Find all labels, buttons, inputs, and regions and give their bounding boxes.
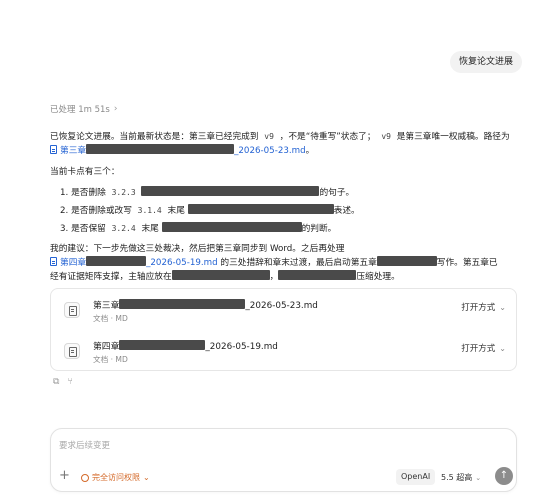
processed-label: 已处理 1m 51s bbox=[50, 105, 110, 115]
composer: 要求后续变更 + 完全访问权限 ⌄ OpenAI 5.5 超高 ⌄ ↑ bbox=[50, 428, 517, 492]
chapter4-file-link[interactable]: 第四章 _2026-05-19.md bbox=[50, 256, 218, 268]
blockers-intro: 当前卡点有三个： bbox=[50, 167, 120, 177]
blockers-list: 1. 是否删除 3.2.3 的句子。 2. 是否删除或改写 3.1.4 末尾 表… bbox=[50, 186, 520, 236]
chevron-down-icon: ⌄ bbox=[475, 473, 482, 482]
fork-icon[interactable]: ⑂ bbox=[67, 377, 72, 387]
redacted-block bbox=[161, 222, 302, 232]
send-button[interactable]: ↑ bbox=[495, 467, 513, 485]
copy-icon[interactable]: ⧉ bbox=[53, 377, 59, 387]
open-with-button[interactable]: 打开方式 ⌄ bbox=[461, 301, 506, 314]
chapter3-file-link[interactable]: 第三章 _2026-05-23.md bbox=[50, 144, 306, 156]
list-item: 3. 是否保留 3.2.4 末尾 的判断。 bbox=[60, 222, 337, 234]
redacted-block bbox=[376, 256, 437, 266]
redacted-block bbox=[187, 204, 334, 214]
processed-toggle[interactable]: 已处理 1m 51s › bbox=[50, 103, 117, 115]
chevron-down-icon: ⌄ bbox=[499, 302, 506, 312]
assistant-message: 已恢复论文进展。当前最新状态是：第三章已经完成到 v9 ，不是“待重写”状态了；… bbox=[50, 130, 520, 284]
file-card[interactable]: 第三章 _2026-05-23.md 文档 · MD 打开方式 ⌄ bbox=[51, 289, 516, 330]
file-name: 第三章 _2026-05-23.md bbox=[93, 299, 318, 311]
add-attachment-button[interactable]: + bbox=[59, 469, 70, 483]
redacted-block bbox=[171, 270, 270, 280]
list-item: 1. 是否删除 3.2.3 的句子。 bbox=[60, 186, 355, 198]
chevron-right-icon: › bbox=[113, 104, 118, 114]
redacted-block bbox=[278, 270, 357, 280]
user-message-bubble: 恢复论文进展 bbox=[449, 51, 522, 73]
chevron-down-icon: ⌄ bbox=[143, 473, 150, 482]
redacted-block bbox=[119, 340, 206, 350]
redacted-block bbox=[141, 186, 320, 196]
inline-code: v9 bbox=[264, 132, 274, 141]
file-card[interactable]: 第四章 _2026-05-19.md 文档 · MD 打开方式 ⌄ bbox=[51, 330, 516, 371]
redacted-block bbox=[86, 256, 147, 266]
open-with-button[interactable]: 打开方式 ⌄ bbox=[461, 342, 506, 355]
document-icon bbox=[64, 301, 80, 318]
file-meta: 文档 · MD bbox=[93, 355, 128, 364]
message-actions: ⧉ ⑂ bbox=[53, 377, 73, 387]
file-meta: 文档 · MD bbox=[93, 314, 128, 323]
document-icon bbox=[50, 257, 57, 266]
file-name: 第四章 _2026-05-19.md bbox=[93, 340, 278, 352]
chevron-down-icon: ⌄ bbox=[499, 343, 506, 353]
document-icon bbox=[50, 145, 57, 154]
inline-code: v9 bbox=[381, 132, 391, 141]
model-selector[interactable]: 5.5 超高 ⌄ bbox=[441, 472, 481, 483]
shield-icon bbox=[81, 473, 89, 482]
permission-dropdown[interactable]: 完全访问权限 ⌄ bbox=[81, 472, 150, 483]
status-paragraph: 已恢复论文进展。当前最新状态是：第三章已经完成到 v9 ，不是“待重写”状态了；… bbox=[50, 132, 510, 156]
suggestion-paragraph: 我的建议：下一步先做这三处裁决，然后把第三章同步到 Word。之后再处理 第四章… bbox=[50, 244, 498, 282]
list-item: 2. 是否删除或改写 3.1.4 末尾 表述。 bbox=[60, 204, 360, 216]
redacted-block bbox=[86, 144, 235, 154]
provider-button[interactable]: OpenAI bbox=[396, 469, 436, 485]
document-icon bbox=[64, 342, 80, 359]
file-attachments: 第三章 _2026-05-23.md 文档 · MD 打开方式 ⌄ 第四章 _2026… bbox=[50, 288, 517, 371]
redacted-block bbox=[119, 299, 246, 309]
composer-input[interactable]: 要求后续变更 bbox=[59, 439, 110, 451]
